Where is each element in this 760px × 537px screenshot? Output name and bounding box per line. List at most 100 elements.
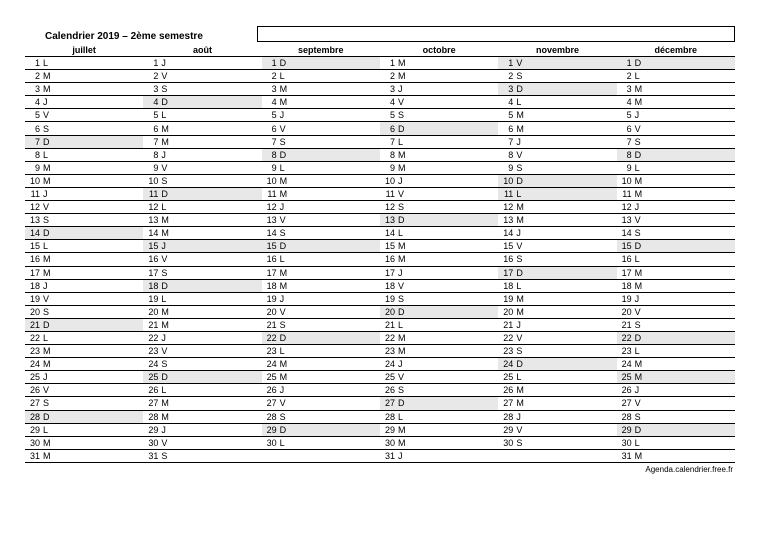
day-letter: J <box>161 150 173 160</box>
day-row: 3J <box>380 83 498 96</box>
day-letter: V <box>280 307 292 317</box>
day-row: 25D <box>143 371 261 384</box>
day-row: 12S <box>380 201 498 214</box>
day-number: 19 <box>382 294 398 304</box>
day-row: 23V <box>143 345 261 358</box>
day-number: 25 <box>27 372 43 382</box>
day-number: 19 <box>264 294 280 304</box>
day-row: 27M <box>143 397 261 410</box>
day-row: 13V <box>617 214 735 227</box>
day-number: 21 <box>382 320 398 330</box>
day-number: 16 <box>619 254 635 264</box>
day-letter: M <box>161 137 173 147</box>
day-letter: M <box>635 359 647 369</box>
day-letter: L <box>280 254 292 264</box>
day-number: 9 <box>145 163 161 173</box>
day-number: 25 <box>500 372 516 382</box>
day-number: 24 <box>27 359 43 369</box>
day-letter: J <box>43 97 55 107</box>
day-row: 24J <box>380 358 498 371</box>
day-number: 10 <box>27 176 43 186</box>
day-letter: S <box>635 228 647 238</box>
day-letter: V <box>161 163 173 173</box>
day-row: 20V <box>617 306 735 319</box>
month-column: 1V2S3D4L5M6M7J8V9S10D11L12M13M14J15V16S1… <box>498 57 616 463</box>
day-row: 29V <box>498 424 616 437</box>
day-number: 3 <box>619 84 635 94</box>
day-row: 25M <box>617 371 735 384</box>
day-letter: L <box>516 97 528 107</box>
day-number: 30 <box>619 438 635 448</box>
day-letter: S <box>398 385 410 395</box>
day-letter: M <box>635 268 647 278</box>
day-letter: S <box>161 451 173 461</box>
day-number: 20 <box>500 307 516 317</box>
day-row: 19M <box>498 293 616 306</box>
day-row: 27V <box>262 397 380 410</box>
day-row: 12V <box>25 201 143 214</box>
day-number: 16 <box>27 254 43 264</box>
day-letter: S <box>280 228 292 238</box>
day-number: 12 <box>619 202 635 212</box>
day-number: 5 <box>500 110 516 120</box>
day-row: 10J <box>380 175 498 188</box>
day-number: 1 <box>145 58 161 68</box>
day-row: 21D <box>25 319 143 332</box>
day-row: 7M <box>143 136 261 149</box>
day-number: 6 <box>27 124 43 134</box>
day-number: 6 <box>264 124 280 134</box>
day-number: 12 <box>382 202 398 212</box>
day-number: 8 <box>145 150 161 160</box>
day-row: 27M <box>498 397 616 410</box>
day-letter: M <box>43 268 55 278</box>
day-number: 24 <box>382 359 398 369</box>
day-number: 17 <box>382 268 398 278</box>
day-row: 17J <box>380 267 498 280</box>
day-number: 7 <box>382 137 398 147</box>
day-row: 9M <box>25 162 143 175</box>
day-number: 18 <box>619 281 635 291</box>
day-letter: J <box>43 189 55 199</box>
day-row: 13V <box>262 214 380 227</box>
day-number: 12 <box>145 202 161 212</box>
day-row: 19S <box>380 293 498 306</box>
day-letter: M <box>43 84 55 94</box>
day-row: 17M <box>25 267 143 280</box>
day-row: 2M <box>25 70 143 83</box>
day-letter: D <box>43 228 55 238</box>
day-row: 9L <box>617 162 735 175</box>
month-header: décembre <box>617 44 735 56</box>
day-letter: M <box>161 215 173 225</box>
day-row: 1J <box>143 57 261 70</box>
day-row: 15L <box>25 240 143 253</box>
day-letter: L <box>398 137 410 147</box>
day-letter: L <box>280 438 292 448</box>
day-letter: M <box>43 346 55 356</box>
day-letter: M <box>516 202 528 212</box>
day-row: 8D <box>617 149 735 162</box>
day-number: 10 <box>619 176 635 186</box>
day-letter: V <box>43 202 55 212</box>
day-letter: S <box>43 307 55 317</box>
day-letter: M <box>43 254 55 264</box>
day-row: 18J <box>25 280 143 293</box>
day-letter: D <box>516 176 528 186</box>
day-row: 10M <box>25 175 143 188</box>
day-letter: L <box>43 241 55 251</box>
month-header: novembre <box>498 44 616 56</box>
day-letter: D <box>280 425 292 435</box>
day-row: 22M <box>380 332 498 345</box>
day-number: 11 <box>145 189 161 199</box>
day-row: 5S <box>380 109 498 122</box>
day-number: 14 <box>264 228 280 238</box>
day-number: 1 <box>382 58 398 68</box>
day-row: 19L <box>143 293 261 306</box>
day-number: 27 <box>264 398 280 408</box>
day-row: 3S <box>143 83 261 96</box>
day-number: 24 <box>264 359 280 369</box>
day-letter: D <box>398 307 410 317</box>
day-row: 25L <box>498 371 616 384</box>
day-letter: J <box>161 241 173 251</box>
day-number: 22 <box>382 333 398 343</box>
day-row: 28L <box>380 411 498 424</box>
